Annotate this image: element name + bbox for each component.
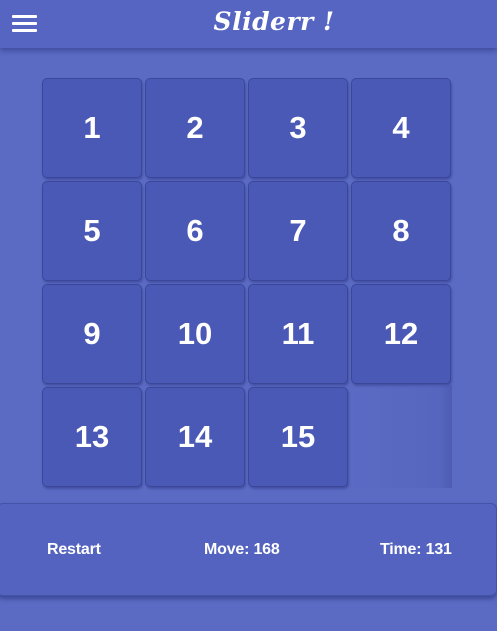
tile-14[interactable]: 14: [145, 387, 245, 487]
tile-11[interactable]: 11: [248, 284, 348, 384]
restart-button[interactable]: Restart: [47, 541, 101, 559]
app-title: Sliderr !: [213, 7, 335, 36]
tile-8[interactable]: 8: [351, 181, 451, 281]
tile-9[interactable]: 9: [42, 284, 142, 384]
status-panel: Restart Move: 168 Time: 131: [0, 503, 497, 596]
timer: Time: 131: [380, 541, 452, 558]
tile-15[interactable]: 15: [248, 387, 348, 487]
tile-6[interactable]: 6: [145, 181, 245, 281]
tile-10[interactable]: 10: [145, 284, 245, 384]
app-bar: Sliderr !: [0, 0, 497, 48]
tile-2[interactable]: 2: [145, 78, 245, 178]
tile-1[interactable]: 1: [42, 78, 142, 178]
puzzle-board: 1 2 3 4 5 6 7 8 9 10 11 12 13 14 15: [40, 76, 454, 490]
tile-5[interactable]: 5: [42, 181, 142, 281]
tile-12[interactable]: 12: [351, 284, 451, 384]
empty-slot: [349, 385, 452, 488]
tile-13[interactable]: 13: [42, 387, 142, 487]
tile-3[interactable]: 3: [248, 78, 348, 178]
tile-4[interactable]: 4: [351, 78, 451, 178]
move-counter: Move: 168: [204, 541, 280, 558]
tile-7[interactable]: 7: [248, 181, 348, 281]
